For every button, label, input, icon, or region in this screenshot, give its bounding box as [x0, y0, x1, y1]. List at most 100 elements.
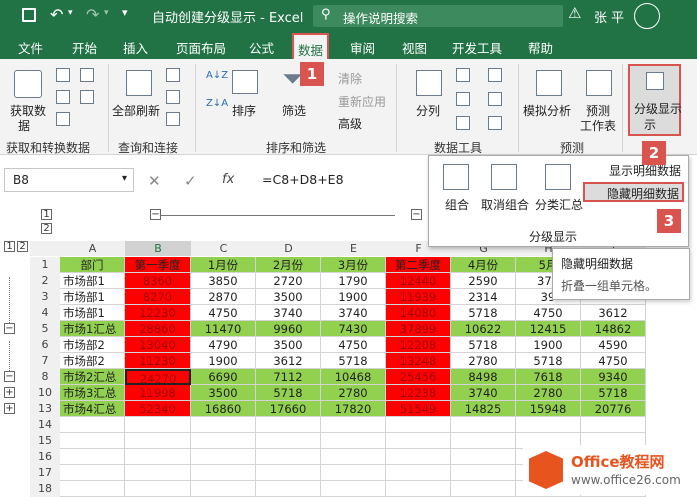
cell[interactable]: 14862 [581, 321, 646, 337]
cell[interactable]: 2780 [321, 385, 386, 401]
formula-input[interactable]: =C8+D8+E8 [262, 172, 344, 187]
row-header[interactable]: 6 [30, 337, 60, 353]
cell[interactable]: 52340 [125, 401, 191, 417]
cell[interactable]: 市场2汇总 [60, 369, 125, 385]
cell[interactable]: 1900 [191, 353, 256, 369]
cell[interactable]: 第二季度 [386, 257, 451, 273]
cell[interactable]: 11998 [125, 385, 191, 401]
what-if-button[interactable]: 模拟分析 [523, 102, 571, 119]
cell[interactable]: 5718 [581, 385, 646, 401]
cell[interactable]: 市场部1 [60, 305, 125, 321]
forecast-sheet-label-2[interactable]: 工作表 [580, 117, 616, 134]
cell[interactable]: 1月份 [191, 257, 256, 273]
collapse-column-group-button[interactable]: − [411, 209, 422, 220]
sort-az-icon[interactable]: A↓Z [206, 70, 228, 81]
cell[interactable]: 部门 [60, 257, 125, 273]
cell[interactable] [125, 433, 191, 449]
cell[interactable]: 11939 [386, 289, 451, 305]
cell[interactable]: 6690 [191, 369, 256, 385]
cell[interactable]: 8360 [125, 273, 191, 289]
refresh-all-button[interactable]: 全部刷新 [112, 102, 160, 119]
user-name[interactable]: 张 平 [594, 7, 624, 26]
cell[interactable]: 12440 [386, 273, 451, 289]
search-box[interactable]: ⚲ 操作说明搜索 [313, 5, 563, 27]
cell[interactable]: 5718 [256, 385, 321, 401]
row-level-1-button[interactable]: 1 [4, 241, 15, 252]
cancel-icon[interactable]: ✕ [148, 172, 161, 190]
cell[interactable] [256, 449, 321, 465]
column-header[interactable]: D [256, 241, 321, 256]
cell[interactable] [191, 465, 256, 481]
cell[interactable]: 3740 [451, 385, 516, 401]
cell[interactable]: 3850 [191, 273, 256, 289]
cell[interactable]: 24270 [125, 369, 191, 385]
cell[interactable]: 4月份 [451, 257, 516, 273]
row-header[interactable]: 14 [30, 417, 60, 433]
row-header[interactable]: 1 [30, 257, 60, 273]
row-header[interactable]: 7 [30, 353, 60, 369]
row-header[interactable]: 15 [30, 433, 60, 449]
hide-detail-button[interactable]: 隐藏明细数据 [583, 182, 684, 202]
cell[interactable]: 13040 [125, 337, 191, 353]
cell[interactable] [60, 433, 125, 449]
cell[interactable]: 9960 [256, 321, 321, 337]
row-header[interactable]: 3 [30, 289, 60, 305]
cell[interactable]: 2780 [516, 385, 581, 401]
cell[interactable]: 11470 [191, 321, 256, 337]
tab-review[interactable]: 审阅 [350, 38, 375, 57]
relationships-icon[interactable] [488, 92, 502, 106]
expand-row-group-button[interactable]: + [4, 403, 15, 414]
cell[interactable]: 市场4汇总 [60, 401, 125, 417]
edit-links-icon[interactable] [166, 112, 180, 126]
collapse-column-group-button[interactable]: − [150, 209, 161, 220]
column-level-2-button[interactable]: 2 [41, 223, 52, 234]
tab-data[interactable]: 数据 [292, 33, 330, 59]
name-box-dropdown-icon[interactable]: ▾ [122, 173, 127, 184]
undo-icon[interactable]: ↶ [50, 5, 63, 24]
cell[interactable]: 2870 [191, 289, 256, 305]
tab-help[interactable]: 帮助 [528, 38, 553, 57]
from-web-icon[interactable] [56, 90, 70, 104]
cell[interactable]: 3500 [256, 337, 321, 353]
row-header[interactable]: 13 [30, 401, 60, 417]
cell[interactable]: 3740 [321, 305, 386, 321]
cell[interactable]: 2314 [451, 289, 516, 305]
cell[interactable] [125, 449, 191, 465]
row-header[interactable]: 17 [30, 465, 60, 481]
expand-row-group-button[interactable]: + [4, 387, 15, 398]
tab-home[interactable]: 开始 [72, 38, 97, 57]
cell[interactable] [191, 449, 256, 465]
cell[interactable]: 1900 [516, 337, 581, 353]
cell[interactable] [125, 417, 191, 433]
cell[interactable] [60, 449, 125, 465]
cell[interactable]: 12230 [125, 305, 191, 321]
tab-view[interactable]: 视图 [402, 38, 427, 57]
cell[interactable]: 8270 [125, 289, 191, 305]
cell[interactable]: 8498 [451, 369, 516, 385]
cell[interactable]: 37899 [386, 321, 451, 337]
cell[interactable]: 3500 [191, 385, 256, 401]
cell[interactable]: 7112 [256, 369, 321, 385]
cell[interactable]: 3612 [581, 305, 646, 321]
redo-icon[interactable]: ↷ [86, 5, 99, 24]
sort-za-icon[interactable]: Z↓A [206, 98, 228, 109]
cell[interactable]: 5718 [451, 305, 516, 321]
cell[interactable]: 3500 [256, 289, 321, 305]
ungroup-button[interactable]: 取消组合 [481, 196, 529, 213]
cell[interactable] [321, 433, 386, 449]
cell[interactable]: 15948 [516, 401, 581, 417]
cell[interactable]: 4790 [191, 337, 256, 353]
save-icon[interactable] [22, 8, 36, 22]
cell[interactable] [191, 433, 256, 449]
cell[interactable]: 市场部2 [60, 353, 125, 369]
advanced-button[interactable]: 高级 [338, 115, 362, 132]
properties-icon[interactable] [166, 90, 180, 104]
cell[interactable]: 25456 [386, 369, 451, 385]
tab-formulas[interactable]: 公式 [249, 38, 274, 57]
consolidate-icon[interactable] [488, 68, 502, 82]
subtotal-button[interactable]: 分类汇总 [535, 196, 583, 213]
clear-button[interactable]: 清除 [338, 70, 362, 87]
group-button[interactable]: 组合 [445, 196, 469, 213]
cell[interactable]: 2590 [451, 273, 516, 289]
redo-dropdown-icon[interactable]: ▾ [104, 8, 109, 18]
